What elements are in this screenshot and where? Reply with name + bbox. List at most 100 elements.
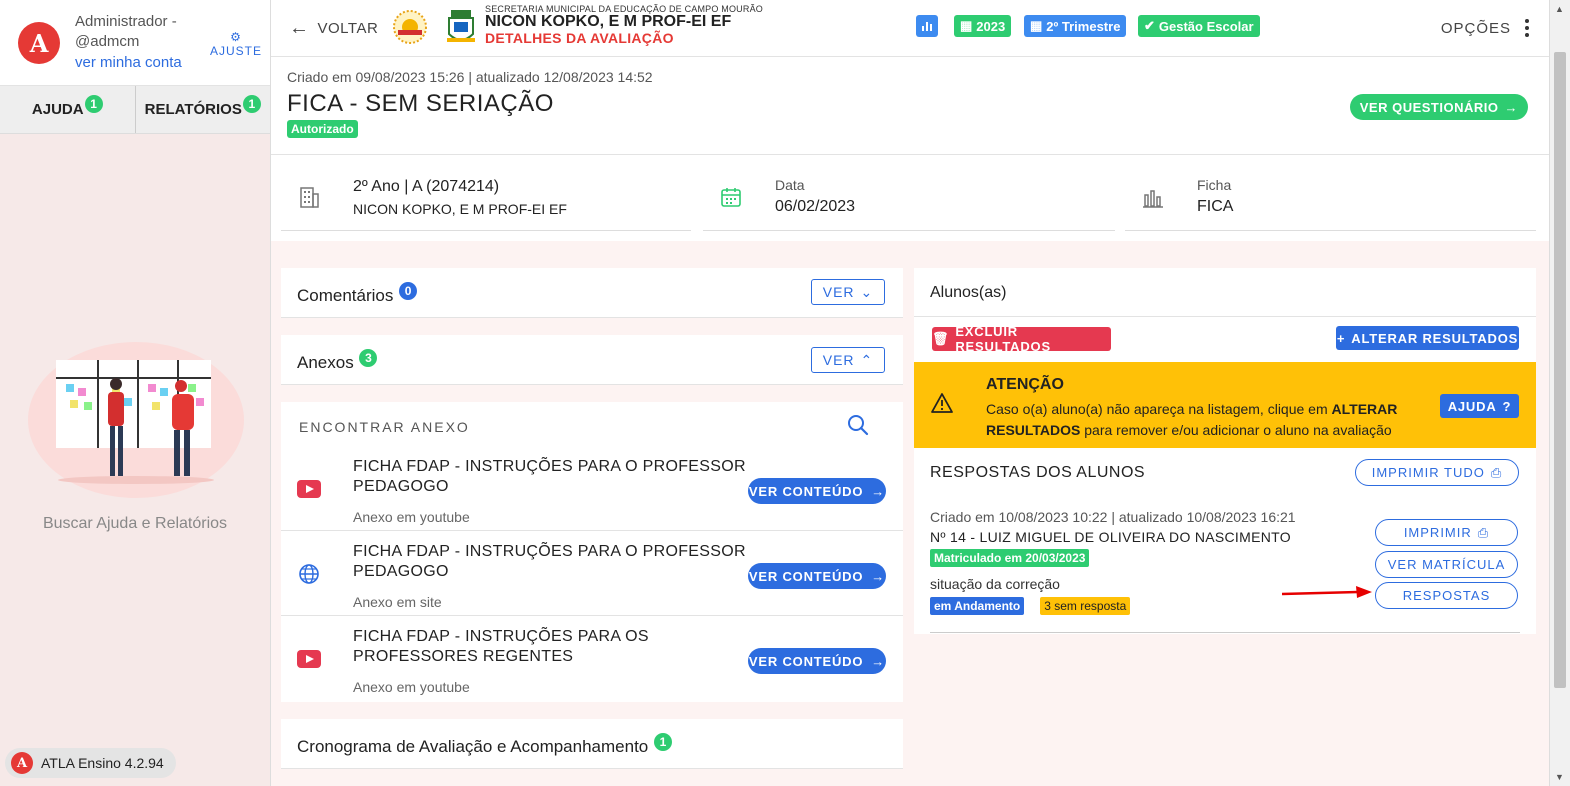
atla-logo: A — [18, 22, 60, 64]
view-content-button[interactable]: VER CONTEÚDO → — [748, 563, 886, 589]
date-value: 06/02/2023 — [775, 198, 856, 215]
account-link[interactable]: ver minha conta — [75, 54, 182, 71]
management-chip[interactable]: ✔ Gestão Escolar — [1138, 15, 1260, 37]
print-all-label: IMPRIMIR TUDO — [1371, 465, 1485, 480]
view-enrollment-button[interactable]: VER MATRÍCULA — [1375, 551, 1518, 578]
school-title: NICON KOPKO, E M PROF-EI EF — [485, 13, 732, 30]
warning-icon — [931, 393, 953, 413]
status-badge: Autorizado — [287, 120, 358, 138]
tab-relatorios-badge: 1 — [242, 94, 261, 113]
attachments-list: ENCONTRAR ANEXO FICHA FDAP - INSTRUÇÕES … — [281, 402, 903, 702]
delete-results-button[interactable]: 🗑 EXCLUIR RESULTADOS — [932, 324, 1111, 354]
view-content-button[interactable]: VER CONTEÚDO → — [748, 648, 886, 674]
user-name: Administrador - @admcm — [75, 13, 177, 50]
options-label: OPÇÕES — [1440, 19, 1511, 37]
back-label: VOLTAR — [317, 20, 379, 37]
view-content-button[interactable]: VER CONTEÚDO → — [748, 478, 886, 504]
scroll-thumb[interactable] — [1554, 52, 1566, 688]
chart-button[interactable] — [916, 15, 938, 37]
scroll-down-icon[interactable]: ▼ — [1555, 772, 1564, 782]
attachment-type: Anexo em youtube — [353, 679, 470, 695]
more-vertical-icon — [1525, 19, 1529, 37]
alert-title: ATENÇÃO — [986, 376, 1064, 393]
attachments-title-label: Anexos — [297, 353, 354, 372]
scroll-up-icon[interactable]: ▲ — [1555, 4, 1564, 14]
sidebar: A Administrador - @admcm ver minha conta… — [0, 0, 271, 786]
list-item: FICHA FDAP - INSTRUÇÕES PARA O PROFESSOR… — [281, 447, 903, 531]
page-subtitle: DETALHES DA AVALIAÇÃO — [485, 30, 674, 46]
plus-icon: + — [1336, 330, 1346, 346]
help-text: Buscar Ajuda e Relatórios — [42, 515, 228, 532]
class-info: 2º Ano | A (2074214) NICON KOPKO, E M PR… — [281, 165, 691, 231]
attachments-view-label: VER — [822, 352, 855, 368]
attachment-title: FICHA FDAP - INSTRUÇÕES PARA O PROFESSOR… — [353, 543, 746, 580]
trash-icon: 🗑 — [932, 331, 950, 346]
term-chip[interactable]: ▦ 2º Trimestre — [1024, 15, 1127, 37]
year-chip-label: 2023 — [976, 18, 1006, 34]
created-info: Criado em 09/08/2023 15:26 | atualizado … — [287, 69, 653, 85]
arrow-right-icon: → — [1504, 99, 1518, 115]
students-title: Alunos(as) — [930, 284, 1007, 301]
year-chip[interactable]: ▦ 2023 — [954, 15, 1012, 37]
printer-icon: ⎙ — [1490, 464, 1503, 480]
chevron-down-icon: ⌄ — [860, 283, 874, 300]
bar-chart-icon — [1143, 190, 1163, 208]
alert-text: Caso o(a) aluno(a) não apareça na listag… — [986, 399, 1436, 441]
comments-view-button[interactable]: VER ⌄ — [811, 279, 885, 305]
evaluation-header: Criado em 09/08/2023 15:26 | atualizado … — [271, 57, 1549, 155]
attachments-badge: 3 — [359, 349, 378, 367]
tab-relatorios[interactable]: RELATÓRIOS 1 — [136, 86, 271, 133]
page-titles: SECRETARIA MUNICIPAL DA EDUCAÇÃO DE CAMP… — [485, 4, 763, 46]
view-questionnaire-button[interactable]: VER QUESTIONÁRIO → — [1349, 94, 1528, 120]
attachment-type: Anexo em youtube — [353, 509, 470, 525]
attachment-title: FICHA FDAP - INSTRUÇÕES PARA O PROFESSOR… — [353, 458, 746, 495]
comments-panel: Comentários 0 VER ⌄ — [281, 268, 903, 318]
view-questionnaire-label: VER QUESTIONÁRIO — [1359, 99, 1499, 115]
alert-help-button[interactable]: AJUDA ? — [1440, 394, 1519, 418]
scrollbar[interactable]: ▲ ▼ — [1549, 0, 1570, 786]
tab-ajuda-badge: 1 — [84, 94, 103, 113]
answers-button[interactable]: RESPOSTAS — [1375, 582, 1518, 609]
print-all-button[interactable]: IMPRIMIR TUDO ⎙ — [1355, 459, 1519, 486]
attachment-title: FICHA FDAP - INSTRUÇÕES PARA OS PROFESSO… — [353, 628, 649, 665]
pending-tag: 3 sem resposta — [1040, 597, 1131, 615]
alert-help-label: AJUDA — [1447, 398, 1497, 414]
version-badge[interactable]: A ATLA Ensino 4.2.94 — [5, 748, 176, 778]
calendar-icon — [721, 188, 741, 207]
arrow-right-icon: → — [871, 483, 886, 499]
date-label: Data — [775, 177, 805, 193]
attachments-view-button[interactable]: VER ⌃ — [811, 347, 885, 373]
search-icon[interactable] — [847, 414, 869, 436]
attention-alert: ATENÇÃO Caso o(a) aluno(a) não apareça n… — [914, 362, 1536, 448]
evaluation-title: FICA - SEM SERIAÇÃO — [287, 90, 554, 117]
comments-badge: 0 — [399, 282, 418, 300]
back-button[interactable]: ← VOLTAR — [289, 17, 378, 40]
management-chip-label: Gestão Escolar — [1158, 18, 1254, 34]
view-content-label: VER CONTEÚDO — [748, 568, 864, 584]
version-label: ATLA Ensino 4.2.94 — [41, 755, 164, 771]
sidebar-tabs: AJUDA 1 RELATÓRIOS 1 — [0, 86, 270, 134]
list-item: FICHA FDAP - INSTRUÇÕES PARA O PROFESSOR… — [281, 532, 903, 616]
correction-tags: em Andamento 3 sem resposta — [930, 597, 1131, 615]
schedule-badge: 1 — [653, 733, 672, 751]
enrollment-tag-wrap: Matriculado em 20/03/2023 — [930, 549, 1090, 567]
sheet-label: Ficha — [1197, 177, 1232, 193]
tab-ajuda[interactable]: AJUDA 1 — [0, 86, 136, 133]
term-chip-label: 2º Trimestre — [1046, 18, 1121, 34]
settings-button[interactable]: ⚙ AJUSTE — [210, 30, 262, 58]
class-name: 2º Ano | A (2074214) — [353, 178, 500, 195]
view-content-label: VER CONTEÚDO — [748, 653, 864, 669]
arrow-right-icon: → — [871, 568, 886, 584]
help-illustration — [28, 342, 244, 498]
options-menu[interactable]: OPÇÕES — [1441, 19, 1529, 37]
atla-mini-logo: A — [11, 752, 33, 774]
gear-icon: ⚙ — [230, 30, 242, 44]
view-content-label: VER CONTEÚDO — [748, 483, 864, 499]
print-button[interactable]: IMPRIMIR ⎙ — [1375, 519, 1518, 546]
view-enrollment-label: VER MATRÍCULA — [1387, 557, 1506, 572]
responses-title: RESPOSTAS DOS ALUNOS — [930, 464, 1146, 481]
change-results-button[interactable]: + ALTERAR RESULTADOS — [1336, 326, 1519, 350]
chevron-up-icon: ⌃ — [860, 351, 874, 368]
alert-text-after: para remover e/ou adicionar o aluno na a… — [1080, 422, 1392, 438]
youtube-icon — [297, 480, 321, 498]
